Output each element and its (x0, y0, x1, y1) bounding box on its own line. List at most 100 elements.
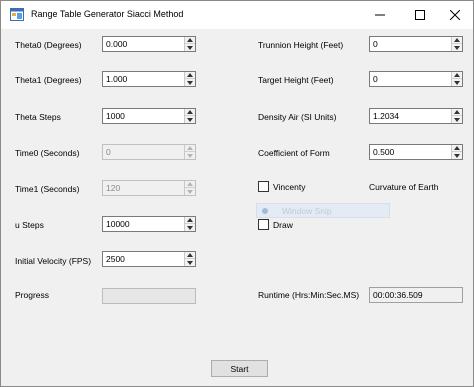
initial-velocity-down-button[interactable] (185, 259, 195, 266)
trunnion-height-down-button[interactable] (452, 44, 462, 51)
coefficient-of-form-down-button[interactable] (452, 152, 462, 159)
coefficient-of-form-up-button[interactable] (452, 145, 462, 152)
u-steps-down-button[interactable] (185, 224, 195, 231)
theta0-label: Theta0 (Degrees) (15, 40, 82, 50)
minimize-icon (375, 14, 385, 16)
app-window: Range Table Generator Siacci Method Thet… (0, 0, 474, 387)
theta0-value: 0.000 (106, 39, 128, 49)
caret-up-icon (187, 73, 193, 77)
runtime-label: Runtime (Hrs:Min:Sec.MS) (258, 290, 360, 300)
maximize-button[interactable] (402, 1, 438, 29)
start-button[interactable]: Start (211, 360, 268, 377)
caret-up-icon (187, 182, 193, 186)
theta0-down-button[interactable] (185, 44, 195, 51)
caret-up-icon (454, 110, 460, 114)
caret-up-icon (187, 146, 193, 150)
caret-down-icon (187, 225, 193, 230)
coefficient-of-form-spin[interactable] (451, 145, 462, 159)
target-height-up-button[interactable] (452, 72, 462, 79)
time1-stepper: 120 (102, 180, 196, 196)
caret-up-icon (187, 110, 193, 114)
window-snip-label: Window Snip (282, 206, 332, 216)
time0-label: Time0 (Seconds) (15, 148, 80, 158)
vincenty-label[interactable]: Vincenty (273, 182, 305, 192)
vincenty-checkbox[interactable] (258, 181, 269, 192)
trunnion-height-spin[interactable] (451, 37, 462, 51)
target-height-label: Target Height (Feet) (258, 75, 334, 85)
density-air-up-button[interactable] (452, 109, 462, 116)
caret-up-icon (454, 146, 460, 150)
caret-up-icon (187, 253, 193, 257)
draw-checkbox[interactable] (258, 219, 269, 230)
theta-steps-value: 1000 (106, 111, 125, 121)
caret-up-icon (454, 73, 460, 77)
progress-bar (102, 288, 196, 304)
u-steps-spin[interactable] (184, 217, 195, 231)
window-snip-overlay: Window Snip (256, 203, 390, 218)
time1-spin (184, 181, 195, 195)
maximize-icon (415, 10, 425, 20)
trunnion-height-label: Trunnion Height (Feet) (258, 40, 344, 50)
target-height-value: 0 (373, 74, 378, 84)
draw-label[interactable]: Draw (273, 220, 293, 230)
target-height-spin[interactable] (451, 72, 462, 86)
theta1-up-button[interactable] (185, 72, 195, 79)
theta1-down-button[interactable] (185, 79, 195, 86)
theta-steps-stepper[interactable]: 1000 (102, 108, 196, 124)
theta1-value: 1.000 (106, 74, 128, 84)
initial-velocity-label: Initial Velocity (FPS) (15, 256, 92, 266)
caret-up-icon (187, 38, 193, 42)
theta-steps-label: Theta Steps (15, 112, 61, 122)
theta1-stepper[interactable]: 1.000 (102, 71, 196, 87)
density-air-label: Density Air (SI Units) (258, 112, 337, 122)
time0-stepper: 0 (102, 144, 196, 160)
time0-value: 0 (106, 147, 111, 157)
caret-down-icon (454, 45, 460, 50)
theta0-stepper[interactable]: 0.000 (102, 36, 196, 52)
coefficient-of-form-stepper[interactable]: 0.500 (369, 144, 463, 160)
caret-up-icon (454, 38, 460, 42)
initial-velocity-spin[interactable] (184, 252, 195, 266)
caret-down-icon (187, 80, 193, 85)
theta-steps-down-button[interactable] (185, 116, 195, 123)
caret-down-icon (187, 45, 193, 50)
caret-down-icon (187, 117, 193, 122)
app-icon (10, 8, 24, 21)
u-steps-stepper[interactable]: 10000 (102, 216, 196, 232)
caret-up-icon (187, 218, 193, 222)
initial-velocity-value: 2500 (106, 254, 125, 264)
time0-down-button (185, 152, 195, 159)
coefficient-of-form-label: Coefficient of Form (258, 148, 330, 158)
caret-down-icon (454, 117, 460, 122)
time1-value: 120 (106, 183, 121, 193)
time0-up-button (185, 145, 195, 152)
close-button[interactable] (437, 1, 473, 29)
initial-velocity-stepper[interactable]: 2500 (102, 251, 196, 267)
time1-down-button (185, 188, 195, 195)
snip-icon (262, 208, 268, 214)
theta-steps-up-button[interactable] (185, 109, 195, 116)
initial-velocity-up-button[interactable] (185, 252, 195, 259)
trunnion-height-up-button[interactable] (452, 37, 462, 44)
runtime-display: 00:00:36.509 (369, 287, 463, 303)
target-height-stepper[interactable]: 0 (369, 71, 463, 87)
theta1-spin[interactable] (184, 72, 195, 86)
u-steps-up-button[interactable] (185, 217, 195, 224)
density-air-spin[interactable] (451, 109, 462, 123)
time1-up-button (185, 181, 195, 188)
theta-steps-spin[interactable] (184, 109, 195, 123)
trunnion-height-value: 0 (373, 39, 378, 49)
caret-down-icon (187, 189, 193, 194)
density-air-stepper[interactable]: 1.2034 (369, 108, 463, 124)
theta0-up-button[interactable] (185, 37, 195, 44)
density-air-down-button[interactable] (452, 116, 462, 123)
target-height-down-button[interactable] (452, 79, 462, 86)
minimize-button[interactable] (362, 1, 398, 29)
time1-label: Time1 (Seconds) (15, 184, 80, 194)
title-bar[interactable]: Range Table Generator Siacci Method (1, 1, 473, 29)
u-steps-value: 10000 (106, 219, 130, 229)
trunnion-height-stepper[interactable]: 0 (369, 36, 463, 52)
theta0-spin[interactable] (184, 37, 195, 51)
progress-label: Progress (15, 290, 50, 300)
density-air-value: 1.2034 (373, 111, 399, 121)
